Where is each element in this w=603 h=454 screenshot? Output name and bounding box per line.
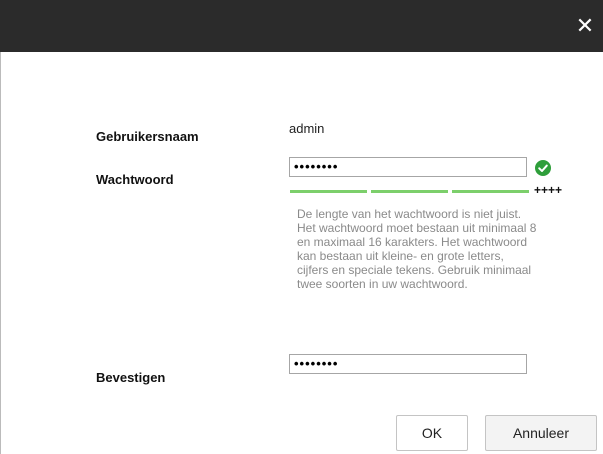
- username-value: admin: [289, 121, 325, 136]
- ok-button[interactable]: OK: [396, 415, 468, 451]
- password-hint: De lengte van het wachtwoord is niet jui…: [297, 207, 537, 291]
- password-field[interactable]: ••••••••: [289, 157, 527, 177]
- strength-bar-1: [290, 190, 367, 193]
- confirm-label: Bevestigen: [96, 370, 166, 385]
- dialog-titlebar: ✕: [0, 0, 603, 52]
- strength-bar-2: [371, 190, 448, 193]
- username-label: Gebruikersnaam: [96, 129, 199, 144]
- check-circle-icon: [535, 160, 551, 176]
- strength-text: ++++: [534, 183, 563, 197]
- strength-bar-3: [452, 190, 529, 193]
- dialog-left-border: [0, 52, 1, 454]
- password-label: Wachtwoord: [96, 172, 174, 187]
- close-icon[interactable]: ✕: [575, 15, 595, 37]
- confirm-password-field[interactable]: ••••••••: [289, 354, 527, 374]
- cancel-button[interactable]: Annuleer: [485, 415, 597, 451]
